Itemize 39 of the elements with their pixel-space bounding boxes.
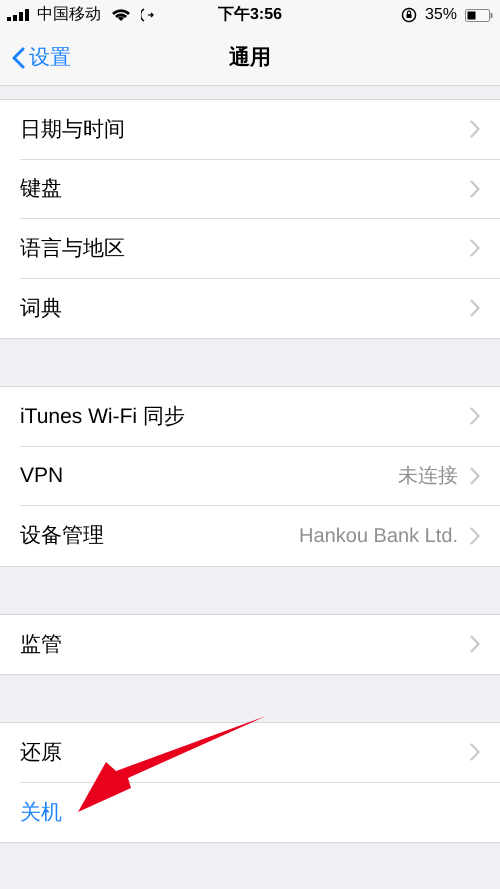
row-label: 还原 bbox=[20, 740, 63, 766]
row-label: 键盘 bbox=[20, 176, 63, 202]
row-label: 日期与时间 bbox=[20, 116, 126, 142]
carrier-name: 中国移动 bbox=[37, 4, 101, 25]
chevron-icon bbox=[470, 635, 480, 654]
page-title: 通用 bbox=[229, 44, 271, 71]
settings-row[interactable]: 词典 bbox=[20, 278, 500, 338]
chevron-icon bbox=[470, 239, 480, 258]
chevron-icon bbox=[470, 180, 480, 198]
call-forward-icon bbox=[141, 8, 155, 22]
row-value: 未连接 bbox=[398, 464, 458, 489]
settings-row[interactable]: 语言与地区 bbox=[20, 219, 500, 278]
row-value: Hankou Bank Ltd. bbox=[299, 524, 458, 549]
row-label: 设备管理 bbox=[20, 523, 105, 549]
settings-row[interactable]: 日期与时间 bbox=[20, 100, 500, 160]
chevron-icon bbox=[470, 526, 480, 545]
back-chevron-icon bbox=[12, 46, 25, 68]
settings-row[interactable]: 监管 bbox=[20, 614, 500, 674]
settings-row[interactable]: VPN 未连接 bbox=[20, 446, 500, 506]
battery-percent: 35% bbox=[424, 5, 457, 25]
row-label: VPN bbox=[20, 463, 64, 489]
chevron-icon bbox=[470, 407, 480, 426]
chevron-icon bbox=[470, 466, 480, 485]
chevron-icon bbox=[470, 120, 480, 138]
rotation-lock-icon bbox=[400, 7, 417, 23]
settings-row[interactable]: 键盘 bbox=[20, 160, 500, 219]
battery-icon bbox=[465, 8, 493, 22]
row-label: 监管 bbox=[20, 632, 63, 658]
settings-row[interactable]: 关机 bbox=[20, 782, 500, 842]
row-label: 关机 bbox=[20, 800, 63, 826]
row-label: iTunes Wi-Fi 同步 bbox=[20, 404, 186, 430]
settings-row[interactable]: iTunes Wi-Fi 同步 bbox=[20, 387, 500, 446]
wifi-icon bbox=[111, 8, 131, 22]
status-time: 下午3:56 bbox=[218, 4, 282, 25]
chevron-icon bbox=[470, 299, 480, 318]
row-label: 语言与地区 bbox=[20, 236, 126, 262]
settings-row[interactable]: 设备管理 Hankou Bank Ltd. bbox=[20, 506, 500, 566]
chevron-icon bbox=[470, 743, 480, 762]
row-label: 词典 bbox=[20, 296, 63, 322]
